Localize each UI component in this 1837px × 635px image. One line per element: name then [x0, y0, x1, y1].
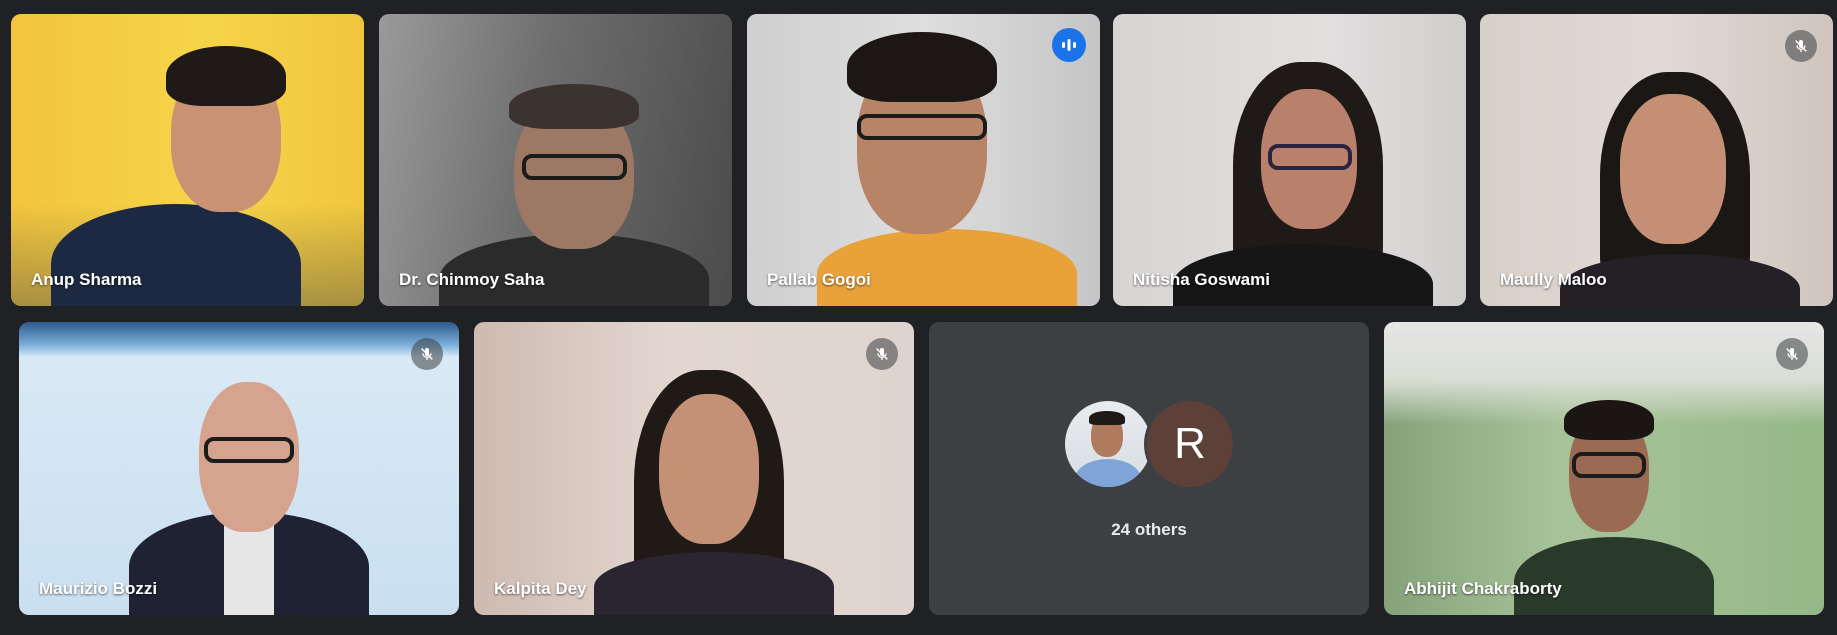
participant-tile-anup-sharma[interactable]: Anup Sharma — [11, 14, 364, 306]
letter-avatar: R — [1144, 397, 1236, 490]
participant-name: Anup Sharma — [31, 270, 142, 289]
meeting-grid: Anup Sharma Dr. Chinmoy Saha Pallab Gogo… — [0, 0, 1837, 635]
participant-name: Abhijit Chakraborty — [1404, 579, 1562, 598]
others-count-label: 24 others — [1111, 519, 1187, 539]
participant-name: Maurizio Bozzi — [39, 579, 158, 598]
mic-off-icon — [866, 338, 898, 370]
mic-off-icon — [1776, 338, 1808, 370]
participant-tile-maurizio-bozzi[interactable]: Maurizio Bozzi — [19, 322, 459, 615]
participant-name: Pallab Gogoi — [767, 270, 871, 289]
participant-tile-pallab-gogoi[interactable]: Pallab Gogoi — [747, 14, 1100, 306]
participant-avatar — [1062, 397, 1154, 490]
mic-off-icon — [411, 338, 443, 370]
others-tile[interactable]: R 24 others — [929, 322, 1369, 615]
participant-tile-kalpita-dey[interactable]: Kalpita Dey — [474, 322, 914, 615]
participant-tile-abhijit-chakraborty[interactable]: Abhijit Chakraborty — [1384, 322, 1824, 615]
participant-tile-nitisha-goswami[interactable]: Nitisha Goswami — [1113, 14, 1466, 306]
participant-name: Nitisha Goswami — [1133, 270, 1270, 289]
participant-name: Dr. Chinmoy Saha — [399, 270, 545, 289]
participant-tile-chinmoy-saha[interactable]: Dr. Chinmoy Saha — [379, 14, 732, 306]
participant-name: Maully Maloo — [1500, 270, 1607, 289]
participant-tile-maully-maloo[interactable]: Maully Maloo — [1480, 14, 1833, 306]
mic-off-icon — [1785, 30, 1817, 62]
participant-name: Kalpita Dey — [494, 579, 587, 598]
audio-level-icon — [1052, 28, 1086, 62]
